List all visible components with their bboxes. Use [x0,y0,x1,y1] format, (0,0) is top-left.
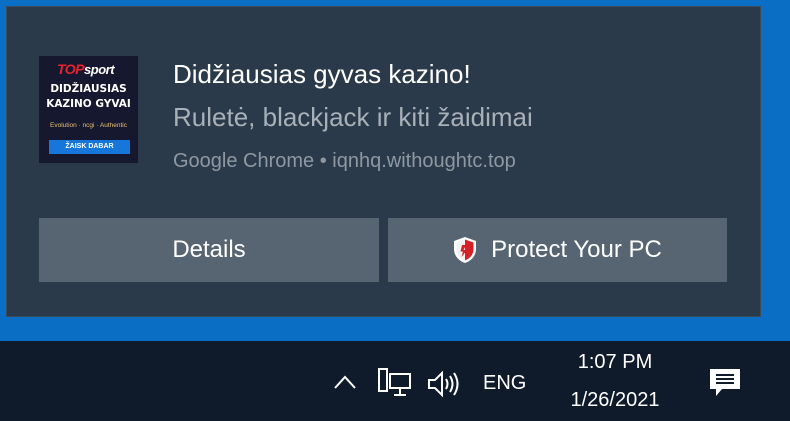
protect-your-pc-button[interactable]: Protect Your PC [388,218,727,282]
thumbnail-brand: TOPsport [57,61,115,77]
thumbnail-brand-a: TOP [57,61,85,77]
notification-attribution: Google Chrome • iqnhq.withoughtc.top [173,150,516,172]
thumbnail-headline: DIDŽIAUSIAS KAZINO GYVAI [46,83,131,110]
notification-thumbnail: TOPsport DIDŽIAUSIAS KAZINO GYVAI Evolut… [39,56,138,163]
notification-title: Didžiausias gyvas kazino! [173,59,471,89]
thumbnail-logos: Evolution · ncgi · Authentic [50,122,127,129]
protect-your-pc-label: Protect Your PC [491,236,662,263]
network-icon[interactable] [378,368,412,398]
clock-time[interactable]: 1:07 PM [560,351,670,374]
thumbnail-brand-b: sport [84,62,115,77]
language-indicator[interactable]: ENG [483,372,526,395]
details-button[interactable]: Details [39,218,379,282]
volume-icon[interactable] [427,370,463,398]
action-center-icon[interactable] [709,368,741,398]
clock-date[interactable]: 1/26/2021 [550,389,680,412]
details-button-label: Details [172,236,246,263]
thumbnail-cta: ŽAISK DABAR [49,140,130,154]
notification-toast[interactable]: TOPsport DIDŽIAUSIAS KAZINO GYVAI Evolut… [7,7,760,316]
notification-body: Ruletė, blackjack ir kiti žaidimai [173,102,533,132]
shield-icon [454,237,477,263]
chevron-up-icon[interactable] [333,374,357,390]
taskbar: ENG 1:07 PM 1/26/2021 [0,341,790,421]
